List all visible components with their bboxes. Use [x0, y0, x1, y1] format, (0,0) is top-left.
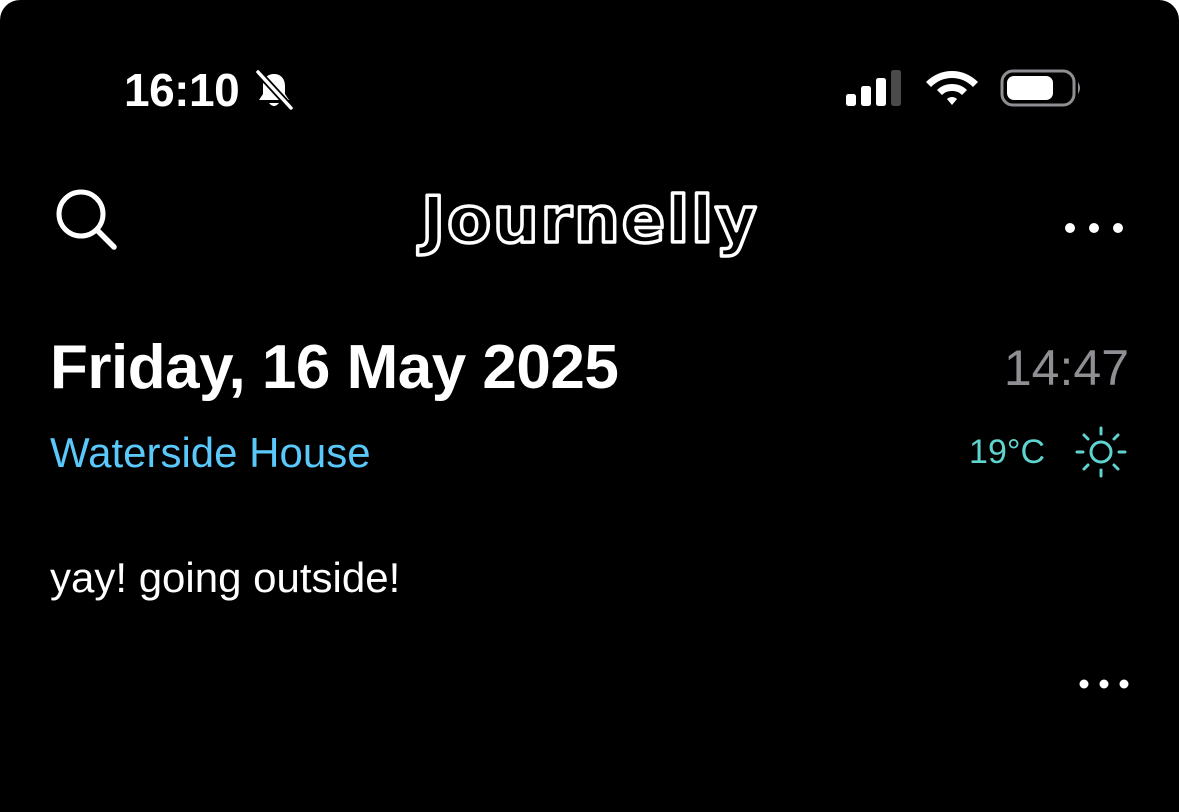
entry-date: Friday, 16 May 2025 [50, 333, 619, 402]
status-time: 16:10 [124, 64, 240, 116]
entry-actions-button[interactable] [1074, 668, 1134, 700]
entry-weather: 19°C [969, 424, 1129, 480]
battery-icon [1000, 69, 1080, 107]
entry-body-text[interactable]: yay! going outside! [50, 550, 400, 606]
bell-slash-icon [254, 69, 295, 111]
app-title: Journelly [417, 184, 758, 258]
entry-location[interactable]: Waterside House [50, 426, 371, 480]
search-button[interactable] [50, 184, 122, 256]
app-screen: 16:10 Journelly Friday, 16 May 2025 14:4… [0, 0, 1179, 812]
more-icon [1065, 223, 1123, 233]
entry-time: 14:47 [1003, 340, 1129, 396]
status-bar-right [844, 66, 1084, 110]
more-icon [1079, 679, 1129, 689]
status-bar-left: 16:10 [124, 62, 295, 118]
sun-icon [1075, 426, 1127, 478]
cellular-signal-icon [846, 70, 901, 106]
app-logo: Journelly [360, 176, 820, 276]
search-icon [56, 189, 117, 250]
more-options-button[interactable] [1058, 208, 1130, 248]
weather-temperature: 19°C [969, 433, 1045, 471]
wifi-icon [926, 71, 978, 105]
